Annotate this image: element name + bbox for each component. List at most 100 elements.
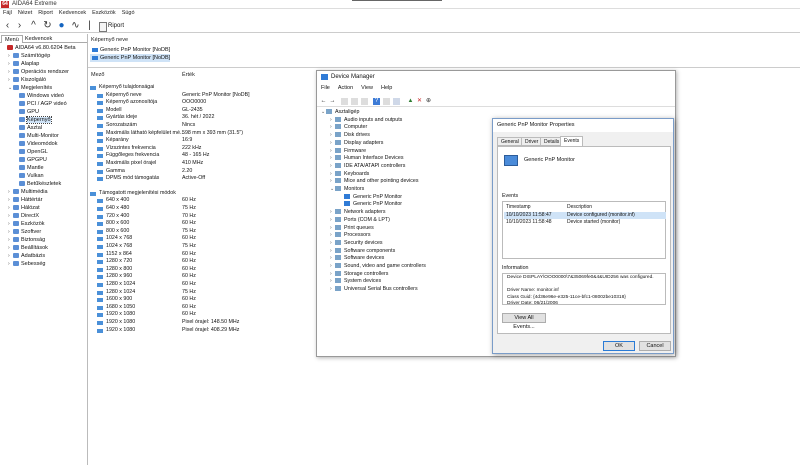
field-name[interactable]: 1680 x 1050 [96,304,135,312]
forward-icon[interactable]: › [14,20,25,31]
tree-item[interactable]: ⌄ Megjelenítés [8,84,52,92]
field-name[interactable]: 1152 x 864 [96,251,132,259]
tree-item[interactable]: › Beállítások [8,244,48,252]
tree-item[interactable]: GPGPU [14,156,47,164]
field-name[interactable]: 640 x 400 [96,197,129,205]
field-name[interactable]: 1920 x 1080 [96,311,135,319]
event-row[interactable]: 10/10/2023 11:58:48 Device started (moni… [504,219,666,226]
tree-item[interactable]: AIDA64 v6.80.6204 Beta [2,44,76,52]
ok-button[interactable]: OK [603,341,635,351]
field-name[interactable]: Maximális pixel órajel [96,160,156,168]
tree-item[interactable]: Képernyő [14,116,52,124]
field-column-header[interactable]: Mező [91,72,104,78]
chart-icon[interactable]: ∿ [70,20,81,31]
menu-item[interactable]: Súgó [122,10,135,16]
tree-item[interactable]: › Adatbázis [8,252,45,260]
tree-item[interactable]: › Sebesség [8,260,45,268]
field-name[interactable]: 1280 x 1024 [96,281,135,289]
field-name[interactable]: Vízszintes frekvencia [96,145,156,153]
tree-item[interactable]: › Kiszolgáló [8,76,46,84]
menu-item[interactable]: Eszközök [92,10,116,16]
tree-item[interactable]: › Számítógép [8,52,50,60]
field-name[interactable]: Gamma [96,168,125,176]
field-name[interactable]: Maximális látható képfelület mé... [96,130,184,138]
back-icon[interactable]: ← [320,98,327,105]
description-header[interactable]: Description [567,204,592,210]
uninstall-icon[interactable]: ✕ [416,98,423,105]
field-name[interactable]: 1024 x 768 [96,243,132,251]
field-name[interactable]: 800 x 600 [96,220,129,228]
dm-menu-item[interactable]: Action [338,85,353,91]
scan-icon[interactable]: ⊕ [425,98,432,105]
field-name[interactable]: Modell [96,107,122,115]
tree-item[interactable]: PCI / AGP videó [14,100,67,108]
tree-item[interactable]: Multi-Monitor [14,132,59,140]
field-name[interactable]: Képernyő neve [96,92,142,100]
tree-item[interactable]: Betűkészletek [14,180,61,188]
tree-item[interactable]: GPU [14,108,39,116]
list-icon[interactable] [361,98,368,105]
tree-item[interactable]: › Alaplap [8,60,39,68]
field-name[interactable]: Gyártás ideje [96,114,137,122]
field-name[interactable]: Képernyő azonosítója [96,99,157,107]
help-icon[interactable]: ? [373,98,380,105]
summary-item[interactable]: Generic PnP Monitor [NoDB] [90,46,170,54]
tree-item[interactable]: Windows videó [14,92,64,100]
field-name[interactable]: 800 x 600 [96,228,129,236]
tree-item[interactable]: › Biztonság [8,236,45,244]
field-name[interactable]: 640 x 480 [96,205,129,213]
field-name[interactable]: 1600 x 900 [96,296,132,304]
dm-menu-item[interactable]: View [361,85,373,91]
user-icon[interactable]: ● [56,20,67,31]
tree-item[interactable]: Asztal [14,124,42,132]
tree-item[interactable]: Vulkan [14,172,44,180]
forward-icon[interactable]: → [329,98,336,105]
summary-item-selected[interactable]: Generic PnP Monitor [NoDB] [90,54,171,62]
menu-item[interactable]: Kedvencek [59,10,86,16]
dm-menu-item[interactable]: File [321,85,330,91]
back-icon[interactable]: ‹ [2,20,13,31]
menu-item[interactable]: Nézet [18,10,32,16]
refresh-icon[interactable]: ↻ [42,20,53,31]
tab-menu[interactable]: Menü [1,35,23,43]
field-name[interactable]: Függőleges frekvencia [96,152,159,160]
tree-item[interactable]: › Háttértár [8,196,42,204]
tree-item[interactable]: OpenGL [14,148,48,156]
field-name[interactable]: 720 x 400 [96,213,129,221]
update-driver-icon[interactable]: ▲ [407,98,414,105]
dm-menu-item[interactable]: Help [381,85,392,91]
tree-view-icon[interactable] [341,98,348,105]
field-name[interactable]: 1920 x 1080 [96,319,135,327]
menu-item[interactable]: Fájl [3,10,12,16]
details-icon[interactable] [383,98,390,105]
tree-item[interactable]: › Multimédia [8,188,48,196]
tab-favorites[interactable]: Kedvencek [22,35,55,43]
field-name[interactable]: 1280 x 720 [96,258,132,266]
menu-item[interactable]: Riport [38,10,53,16]
tree-item[interactable]: › Eszközök [8,220,45,228]
field-name[interactable]: Képarány [96,137,129,145]
field-name[interactable]: Sorozatszám [96,122,137,130]
value-column-header[interactable]: Érték [182,72,195,78]
cancel-button[interactable]: Cancel [639,341,671,351]
device-tree-item[interactable]: › Universal Serial Bus controllers [330,285,418,293]
field-name[interactable]: 1280 x 800 [96,266,132,274]
tab-general[interactable]: General [497,137,523,146]
field-name[interactable]: 1920 x 1080 [96,327,135,335]
tree-item[interactable]: Videomódok [14,140,57,148]
timestamp-header[interactable]: Timestamp [506,204,531,210]
tree-item[interactable]: › Szoftver [8,228,41,236]
information-textbox[interactable]: Device DISPLAY\OOO0000\7&35069fe0&4&UID2… [502,273,666,305]
tab-events[interactable]: Events [560,136,584,146]
tree-item[interactable]: › Hálózat [8,204,40,212]
field-name[interactable]: 1280 x 960 [96,273,132,281]
event-row[interactable]: 10/10/2023 11:58:47 Device configured (m… [504,212,666,219]
field-name[interactable]: DPMS mód támogatás [96,175,159,183]
report-button[interactable]: Riport [98,21,124,32]
tree-item[interactable]: › DirectX [8,212,39,220]
tree-item[interactable]: › Operációs rendszer [8,68,69,76]
tree-item[interactable]: Mantle [14,164,44,172]
properties-icon[interactable] [351,98,358,105]
field-name[interactable]: 1280 x 1024 [96,289,135,297]
view-all-events-button[interactable]: View All Events... [502,313,546,330]
